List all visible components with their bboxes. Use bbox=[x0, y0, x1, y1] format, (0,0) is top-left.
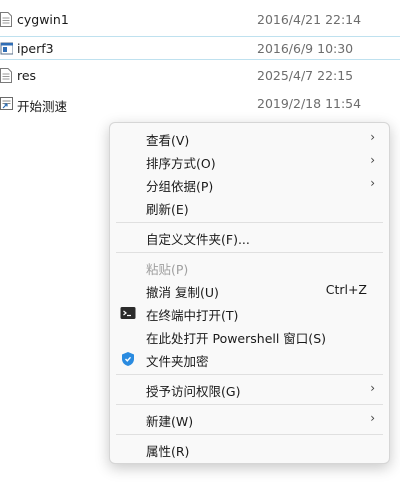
menu-item-customize-folder[interactable]: 自定义文件夹(F)... bbox=[110, 226, 389, 248]
chevron-right-icon: › bbox=[370, 176, 375, 190]
file-date: 2016/4/21 22:14 bbox=[257, 12, 362, 27]
menu-item-label: 刷新(E) bbox=[146, 202, 189, 217]
menu-item-label: 粘贴(P) bbox=[146, 262, 189, 277]
context-menu: 查看(V) › 排序方式(O) › 分组依据(P) › 刷新(E) 自定义文件夹… bbox=[109, 122, 390, 464]
menu-item-paste[interactable]: 粘贴(P) bbox=[110, 256, 389, 278]
chevron-right-icon: › bbox=[370, 153, 375, 167]
menu-item-label: 分组依据(P) bbox=[146, 179, 214, 194]
menu-item-label: 新建(W) bbox=[146, 414, 194, 429]
terminal-icon bbox=[120, 307, 136, 319]
file-name: iperf3 bbox=[17, 41, 54, 56]
menu-item-refresh[interactable]: 刷新(E) bbox=[110, 196, 389, 218]
menu-item-label: 自定义文件夹(F)... bbox=[146, 232, 250, 247]
text-file-icon bbox=[0, 68, 12, 83]
file-name: 开始测速 bbox=[17, 99, 68, 114]
menu-item-sort[interactable]: 排序方式(O) › bbox=[110, 150, 389, 172]
menu-separator bbox=[116, 434, 383, 435]
menu-item-label: 排序方式(O) bbox=[146, 156, 216, 171]
file-name: res bbox=[17, 68, 37, 83]
menu-item-label: 文件夹加密 bbox=[146, 354, 209, 369]
file-name: cygwin1 bbox=[17, 12, 69, 27]
shortcut-label: Ctrl+Z bbox=[325, 282, 367, 297]
chevron-right-icon: › bbox=[370, 130, 375, 144]
menu-item-label: 在终端中打开(T) bbox=[146, 308, 239, 323]
menu-item-label: 属性(R) bbox=[146, 444, 190, 459]
menu-item-undo-copy[interactable]: 撤消 复制(U) Ctrl+Z bbox=[110, 279, 389, 301]
file-date: 2019/2/18 11:54 bbox=[257, 96, 362, 111]
menu-item-grant-access[interactable]: 授予访问权限(G) › bbox=[110, 378, 389, 400]
chevron-right-icon: › bbox=[370, 381, 375, 395]
menu-item-group[interactable]: 分组依据(P) › bbox=[110, 173, 389, 195]
file-row-iperf3[interactable]: iperf3 2016/6/9 10:30 bbox=[0, 36, 400, 60]
file-row-res[interactable]: res 2025/4/7 22:15 bbox=[0, 64, 400, 88]
menu-separator bbox=[116, 404, 383, 405]
file-row-cygwin1[interactable]: cygwin1 2016/4/21 22:14 bbox=[0, 8, 400, 32]
text-file-icon bbox=[0, 12, 12, 27]
file-date: 2016/6/9 10:30 bbox=[257, 41, 354, 56]
chevron-right-icon: › bbox=[370, 411, 375, 425]
menu-separator bbox=[116, 252, 383, 253]
menu-item-label: 在此处打开 Powershell 窗口(S) bbox=[146, 331, 326, 346]
menu-item-view[interactable]: 查看(V) › bbox=[110, 127, 389, 149]
shield-icon bbox=[122, 352, 134, 366]
menu-item-encrypt-folder[interactable]: 文件夹加密 bbox=[110, 348, 389, 370]
menu-item-properties[interactable]: 属性(R) bbox=[110, 438, 389, 460]
menu-item-label: 授予访问权限(G) bbox=[146, 384, 241, 399]
menu-item-open-powershell[interactable]: 在此处打开 Powershell 窗口(S) bbox=[110, 325, 389, 347]
menu-separator bbox=[116, 222, 383, 223]
shortcut-file-icon bbox=[0, 97, 13, 110]
file-date: 2025/4/7 22:15 bbox=[257, 68, 354, 83]
menu-item-new[interactable]: 新建(W) › bbox=[110, 408, 389, 430]
menu-item-open-terminal[interactable]: 在终端中打开(T) bbox=[110, 302, 389, 324]
menu-item-label: 查看(V) bbox=[146, 133, 190, 148]
menu-item-label: 撤消 复制(U) bbox=[146, 285, 219, 300]
exe-file-icon bbox=[0, 42, 13, 55]
menu-separator bbox=[116, 374, 383, 375]
file-row-speedtest[interactable]: 开始测速 2019/2/18 11:54 bbox=[0, 92, 400, 116]
